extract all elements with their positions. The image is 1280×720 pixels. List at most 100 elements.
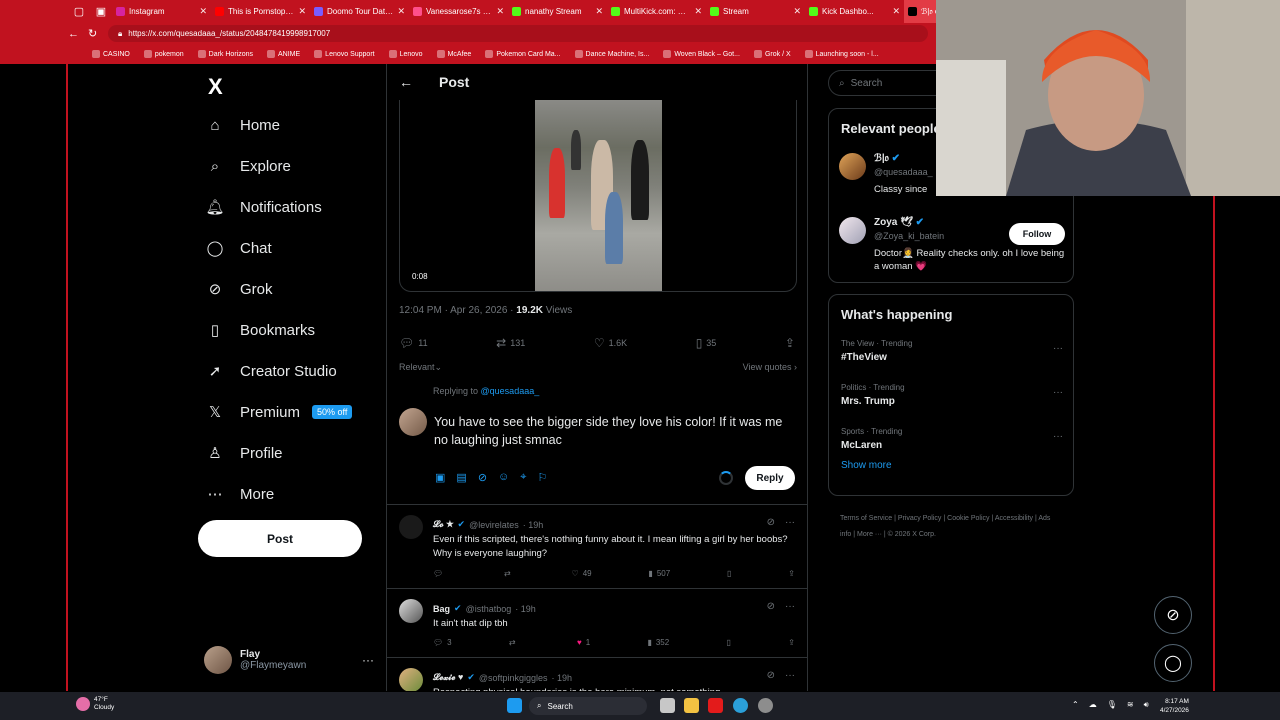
close-icon[interactable]: ✕	[397, 6, 405, 17]
bookmark-item[interactable]: pokemon	[143, 50, 184, 58]
bookmark-item[interactable]: Woven Black – Got...	[663, 50, 740, 58]
clock[interactable]: 8:17 AM 4/27/2026	[1160, 697, 1189, 715]
reply-composer-input[interactable]: You have to see the bigger side they lov…	[434, 413, 784, 449]
reply-time[interactable]: · 19h	[515, 604, 536, 614]
close-icon[interactable]: ✕	[694, 6, 702, 17]
chat-icon[interactable]: ◯	[1154, 644, 1192, 682]
close-icon[interactable]: ✕	[595, 6, 603, 17]
sort-dropdown[interactable]: Relevant⌄	[399, 362, 442, 373]
bookmark-item[interactable]: Pokemon Card Ma...	[485, 50, 561, 58]
nav-item-explore[interactable]: ⌕ Explore	[204, 146, 291, 186]
flag-icon[interactable]: ⚐	[537, 471, 547, 484]
close-icon[interactable]: ✕	[793, 6, 801, 17]
heart-action[interactable]: ♥ 1	[577, 638, 590, 647]
account-switcher[interactable]: Flay @Flaymeyawn ···	[204, 642, 374, 678]
close-icon[interactable]: ✕	[298, 6, 306, 17]
cloud-icon[interactable]: ☁︎	[1089, 700, 1097, 710]
mic-icon[interactable]: 🎙︎	[1107, 700, 1117, 710]
bookmark-item[interactable]: Lenovo Support	[314, 50, 375, 58]
browser-tab[interactable]: Doomo Tour Dates 20...✕	[310, 0, 409, 23]
more-icon[interactable]: ···	[1053, 343, 1063, 354]
nav-item-profile[interactable]: ♙ Profile	[204, 433, 282, 473]
bookmark-action[interactable]: ▯	[727, 569, 731, 578]
more-icon[interactable]: ···	[785, 601, 795, 612]
footer-link[interactable]: Accessibility	[995, 515, 1033, 522]
follow-button[interactable]: Follow	[1009, 223, 1065, 245]
views-action[interactable]: ▮ 507	[648, 569, 670, 578]
heart-action[interactable]: ♡ 49	[572, 569, 592, 578]
more-icon[interactable]: ···	[1053, 431, 1063, 442]
grok-icon[interactable]: ⊘	[1154, 596, 1192, 634]
nav-item-chat[interactable]: ◯ Chat	[204, 228, 272, 268]
repost-action[interactable]: ⇄	[509, 638, 520, 647]
grok-icon[interactable]: ⊘	[767, 517, 775, 528]
reply-action[interactable]: 💬︎ 11	[399, 336, 428, 350]
reply-author-name[interactable]: Bag	[433, 604, 450, 614]
reply-author-name[interactable]: 𝓛𝓮𝔁𝓲𝓮 ♥	[433, 672, 463, 683]
reply-action[interactable]: 💬︎ 3	[433, 638, 452, 647]
reply-tweet[interactable]: 𝓛𝓮𝔁𝓲𝓮 ♥ ✔︎ @softpinkgiggles · 19h ⊘ ··· Respec…	[387, 657, 807, 691]
view-quotes-link[interactable]: View quotes ›	[743, 362, 797, 373]
volume-icon[interactable]: 🔊︎	[1144, 700, 1149, 710]
trend-item[interactable]: Politics · Trending Mrs. Trump ···	[841, 383, 1063, 407]
nav-item-home[interactable]: ⌂ Home	[204, 105, 280, 145]
workspaces-icon[interactable]: ▣	[90, 0, 112, 23]
windows-start-icon[interactable]	[507, 698, 522, 713]
grok-icon[interactable]: ⊘	[767, 601, 775, 612]
replying-to-handle[interactable]: @quesadaaa_	[481, 386, 540, 396]
back-icon[interactable]: ←	[68, 28, 80, 40]
grok-icon[interactable]: ⊘	[478, 471, 487, 484]
reply-author-handle[interactable]: @softpinkgiggles	[479, 673, 548, 683]
back-arrow-icon[interactable]: ←	[399, 74, 413, 90]
bookmark-item[interactable]: ANIME	[267, 50, 300, 58]
repost-action[interactable]: ⇄	[504, 569, 515, 578]
reply-author-handle[interactable]: @levirelates	[469, 520, 519, 530]
more-icon[interactable]: ···	[785, 670, 795, 681]
close-icon[interactable]: ✕	[496, 6, 504, 17]
wifi-icon[interactable]: ≋	[1127, 700, 1134, 710]
reply-tweet[interactable]: Bag ✔︎ @isthatbog · 19h ⊘ ··· It ain't that di…	[387, 588, 807, 657]
video-frame[interactable]	[535, 100, 662, 291]
trend-item[interactable]: The View · Trending #TheView ···	[841, 339, 1063, 363]
trend-item[interactable]: Sports · Trending McLaren ···	[841, 427, 1063, 451]
share-action[interactable]: ⇪	[785, 336, 795, 350]
task-view-icon[interactable]	[660, 698, 675, 713]
browser-tab[interactable]: MultiKick.com: Watch... ✕	[607, 0, 706, 23]
bookmark-item[interactable]: Dance Machine, Is...	[574, 50, 649, 58]
show-more-link[interactable]: Show more	[841, 460, 892, 471]
share-action[interactable]: ⇪	[788, 638, 795, 647]
bookmark-item[interactable]: Launching soon - l...	[804, 50, 879, 58]
reply-author-name[interactable]: 𝓛𝓸 ★	[433, 519, 454, 530]
nav-item-bookmarks[interactable]: ▯ Bookmarks	[204, 310, 315, 350]
reload-icon[interactable]: ↻	[88, 27, 100, 40]
emoji-icon[interactable]: ☺	[498, 471, 509, 484]
close-icon[interactable]: ✕	[199, 6, 207, 17]
bookmark-item[interactable]: CASINO	[92, 50, 130, 58]
reply-button[interactable]: Reply	[745, 466, 795, 490]
more-icon[interactable]: ···	[785, 517, 795, 528]
grok-icon[interactable]: ⊘	[767, 670, 775, 681]
browser-tab[interactable]: Vanessarose7s Free C... ✕	[409, 0, 508, 23]
footer-link[interactable]: Cookie Policy	[947, 515, 989, 522]
tab-actions-icon[interactable]: ▢	[68, 0, 90, 23]
browser-tab[interactable]: This is Pornstop b... ✕	[211, 0, 310, 23]
footer-link[interactable]: Terms of Service	[840, 515, 892, 522]
like-action[interactable]: ♡ 1.6K	[594, 336, 627, 350]
footer-link[interactable]: © 2026 X Corp.	[888, 531, 936, 538]
person-card[interactable]: Zoya 🕊 ✔︎ @Zoya_ki_batein Doctor👩‍⚕️ Rea…	[839, 217, 1065, 277]
close-icon[interactable]: ✕	[892, 6, 900, 17]
bookmark-item[interactable]: Grok / X	[753, 50, 791, 58]
nav-item-premium[interactable]: 𝕏 Premium 50% off	[204, 392, 353, 432]
settings-icon[interactable]	[758, 698, 773, 713]
x-logo-icon[interactable]: X	[208, 74, 223, 100]
url-field[interactable]: 🔒︎ https://x.com/quesadaaa_/status/20484…	[108, 25, 928, 42]
taskbar-search[interactable]: ⌕ Search	[529, 697, 647, 715]
weather-widget[interactable]: 47°F Cloudy	[76, 696, 114, 712]
bookmark-action[interactable]: ▯	[727, 638, 731, 647]
post-button[interactable]: Post	[198, 520, 362, 557]
browser-tab[interactable]: Instagram ✕	[112, 0, 211, 23]
image-icon[interactable]: ▣	[435, 471, 445, 484]
views-action[interactable]: ▮ 352	[647, 638, 669, 647]
reply-author-handle[interactable]: @isthatbog	[466, 604, 512, 614]
youtube-icon[interactable]	[708, 698, 723, 713]
